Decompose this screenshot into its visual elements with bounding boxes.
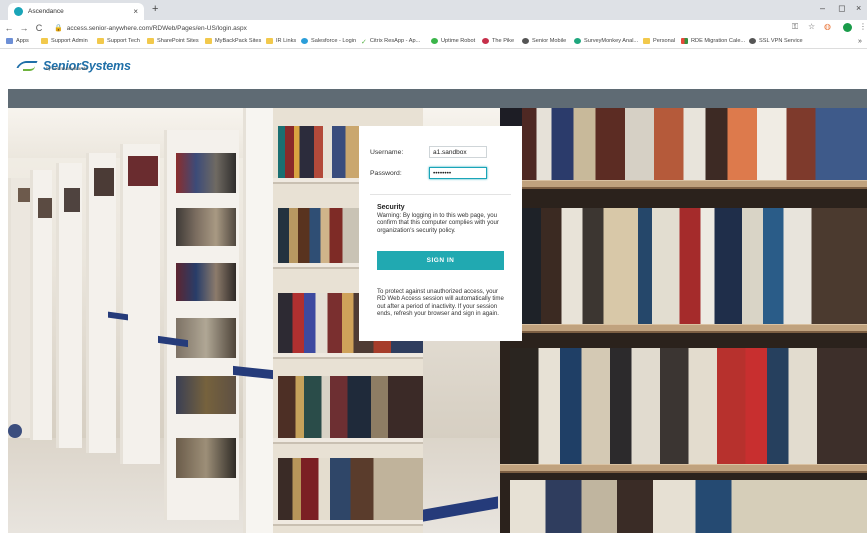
bookmarks-bar: Apps Support Admin Support Tech SharePoi… [0, 36, 867, 49]
apps-grid-icon [6, 38, 13, 44]
close-window-button[interactable]: × [856, 3, 861, 13]
folder-icon [266, 38, 273, 44]
menu-icon[interactable]: ⋮ [859, 22, 867, 31]
security-warning-text: Warning: By logging in to this web page,… [377, 212, 499, 234]
star-icon[interactable]: ☆ [808, 22, 815, 31]
profile-avatar[interactable] [843, 23, 852, 32]
bookmark-ir-links[interactable]: IR Links [266, 38, 296, 44]
salesforce-icon [301, 38, 308, 44]
folder-icon [147, 38, 154, 44]
bookmark-citrix-resapp[interactable]: ✓ Citrix ResApp - Ap... [361, 38, 420, 46]
minimize-button[interactable]: – [820, 3, 825, 13]
bookmark-surveymonkey[interactable]: SurveyMonkey Anal... [574, 38, 638, 44]
bookmark-sharepoint-sites[interactable]: SharePoint Sites [147, 38, 199, 44]
site-header: SeniorSystems by communitybrands [0, 49, 867, 89]
session-timeout-text: To protect against unauthorized access, … [377, 288, 504, 317]
bookmark-salesforce-login[interactable]: Salesforce - Login [301, 38, 356, 44]
tab-title: Ascendance [28, 8, 64, 15]
maximize-button[interactable]: ◻ [838, 3, 845, 14]
site-favicon-icon [14, 7, 23, 16]
bookmark-mybackpack-sites[interactable]: MyBackPack Sites [205, 38, 261, 44]
header-bar [8, 89, 867, 108]
bookmark-support-admin[interactable]: Support Admin [41, 38, 88, 44]
bookmark-uptime-robot[interactable]: Uptime Robot [431, 38, 475, 44]
folder-icon [205, 38, 212, 44]
bookmark-the-pike[interactable]: The Pike [482, 38, 514, 44]
forward-button[interactable]: → [18, 23, 30, 33]
globe-icon [522, 38, 529, 44]
username-row: Username: [370, 146, 487, 158]
bookmark-rde-migration[interactable]: RDE Migration Cale... [681, 38, 745, 44]
folder-icon [41, 38, 48, 44]
calendar-icon [681, 38, 688, 44]
bookmark-apps[interactable]: Apps [6, 38, 29, 44]
pike-icon [482, 38, 489, 44]
username-label: Username: [370, 148, 404, 156]
folder-icon [643, 38, 650, 44]
bookmark-personal[interactable]: Personal [643, 38, 675, 44]
reload-button[interactable]: C [33, 23, 45, 33]
logo-swoosh-icon [16, 61, 38, 71]
library-right-shelves [500, 108, 867, 533]
surveymonkey-icon [574, 38, 581, 44]
address-bar-row: ← → C 🔒 access.senior-anywhere.com/RDWeb… [0, 20, 867, 36]
lock-icon: 🔒 [54, 25, 63, 32]
extension-icon[interactable]: ◍ [824, 22, 831, 31]
sign-in-button[interactable]: SIGN IN [377, 251, 504, 270]
password-input[interactable] [429, 167, 487, 179]
url-bar[interactable]: 🔒 access.senior-anywhere.com/RDWeb/Pages… [54, 22, 774, 34]
login-card: Username: Password: Security Warning: By… [359, 126, 522, 341]
password-label: Password: [370, 169, 402, 177]
uptime-robot-icon [431, 38, 438, 44]
username-input[interactable] [429, 146, 487, 158]
new-tab-button[interactable]: + [152, 3, 158, 15]
folder-icon [97, 38, 104, 44]
bookmark-ssl-vpn[interactable]: SSL VPN Service [749, 38, 803, 44]
url-text: access.senior-anywhere.com/RDWeb/Pages/e… [66, 24, 247, 32]
logo-subtitle: by communitybrands [46, 66, 88, 71]
back-button[interactable]: ← [3, 23, 15, 33]
close-tab-icon[interactable]: × [133, 7, 138, 16]
bookmark-senior-mobile[interactable]: Senior Mobile [522, 38, 566, 44]
citrix-icon: ✓ [361, 39, 367, 46]
bookmarks-overflow-button[interactable]: » [858, 38, 862, 45]
globe-icon [749, 38, 756, 44]
browser-tab[interactable]: Ascendance × [8, 3, 144, 20]
security-heading: Security [377, 204, 405, 211]
browser-tab-strip: Ascendance × + – ◻ × [0, 0, 867, 20]
card-divider [370, 194, 511, 195]
password-row: Password: [370, 167, 487, 179]
bookmark-support-tech[interactable]: Support Tech [97, 38, 140, 44]
key-icon[interactable]: ⚿ [792, 22, 798, 32]
